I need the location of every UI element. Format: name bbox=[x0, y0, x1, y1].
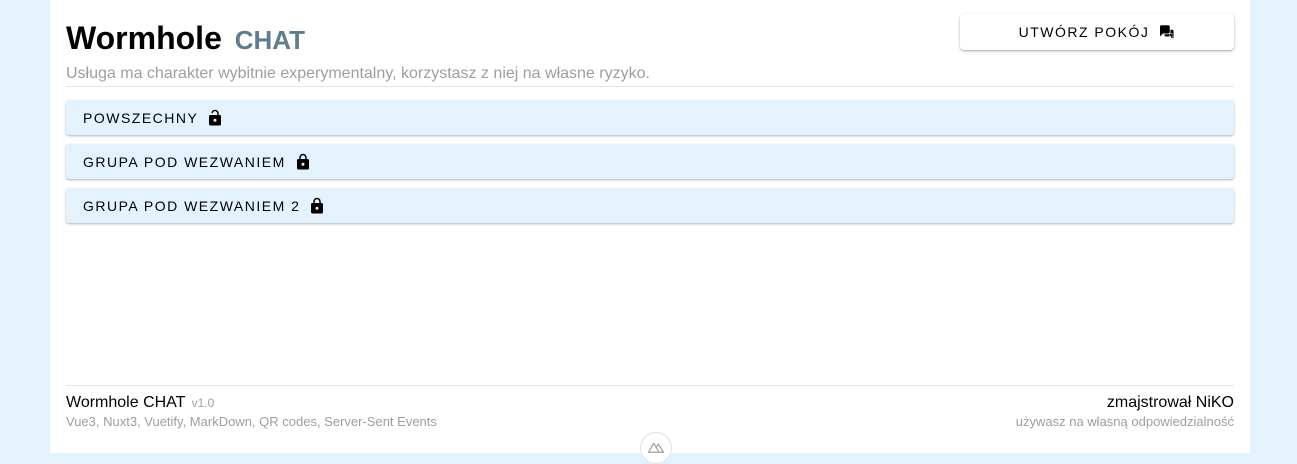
chat-plus-icon bbox=[1160, 25, 1175, 39]
footer-stack: Vue3, Nuxt3, Vuetify, MarkDown, QR codes… bbox=[66, 414, 437, 429]
nuxt-logo-icon bbox=[647, 442, 665, 453]
main-card: Wormhole CHAT Usługa ma charakter wybitn… bbox=[50, 0, 1250, 464]
page-subtitle: Usługa ma charakter wybitnie experymenta… bbox=[66, 65, 650, 82]
room-list: Powszechny Grupa pod wezwaniem Grupa pod… bbox=[66, 100, 1234, 232]
app-title: Wormhole bbox=[66, 20, 222, 56]
create-room-label: Utwórz pokój bbox=[1018, 24, 1150, 40]
footer-divider bbox=[66, 385, 1234, 386]
footer-right: zmajstrował NiKO używasz na własną odpow… bbox=[1016, 394, 1234, 430]
footer-left: Wormhole CHAT v1.0 Vue3, Nuxt3, Vuetify,… bbox=[66, 394, 437, 430]
room-item-grupa-pod-wezwaniem-2[interactable]: Grupa pod wezwaniem 2 bbox=[66, 188, 1234, 223]
lock-icon bbox=[296, 153, 309, 169]
nuxt-devtools-button[interactable] bbox=[640, 432, 672, 464]
room-label: Grupa pod wezwaniem 2 bbox=[83, 197, 301, 214]
page-title: Wormhole CHAT bbox=[66, 18, 305, 60]
footer-app: Wormhole CHAT v1.0 bbox=[66, 394, 437, 412]
create-room-button[interactable]: Utwórz pokój bbox=[960, 14, 1234, 50]
footer-app-name: Wormhole CHAT bbox=[66, 394, 186, 411]
room-label: Powszechny bbox=[83, 109, 199, 126]
app-title-suffix: CHAT bbox=[234, 25, 306, 55]
lock-open-icon bbox=[209, 109, 222, 125]
room-item-powszechny[interactable]: Powszechny bbox=[66, 100, 1234, 135]
footer-disclaimer: używasz na własną odpowiedzialność bbox=[1015, 414, 1234, 429]
footer-author: zmajstrował NiKO bbox=[1106, 394, 1234, 411]
room-item-grupa-pod-wezwaniem[interactable]: Grupa pod wezwaniem bbox=[66, 144, 1234, 179]
header-divider bbox=[66, 86, 1234, 87]
room-label: Grupa pod wezwaniem bbox=[83, 153, 286, 170]
footer-version: v1.0 bbox=[191, 396, 215, 410]
lock-icon bbox=[311, 197, 324, 213]
